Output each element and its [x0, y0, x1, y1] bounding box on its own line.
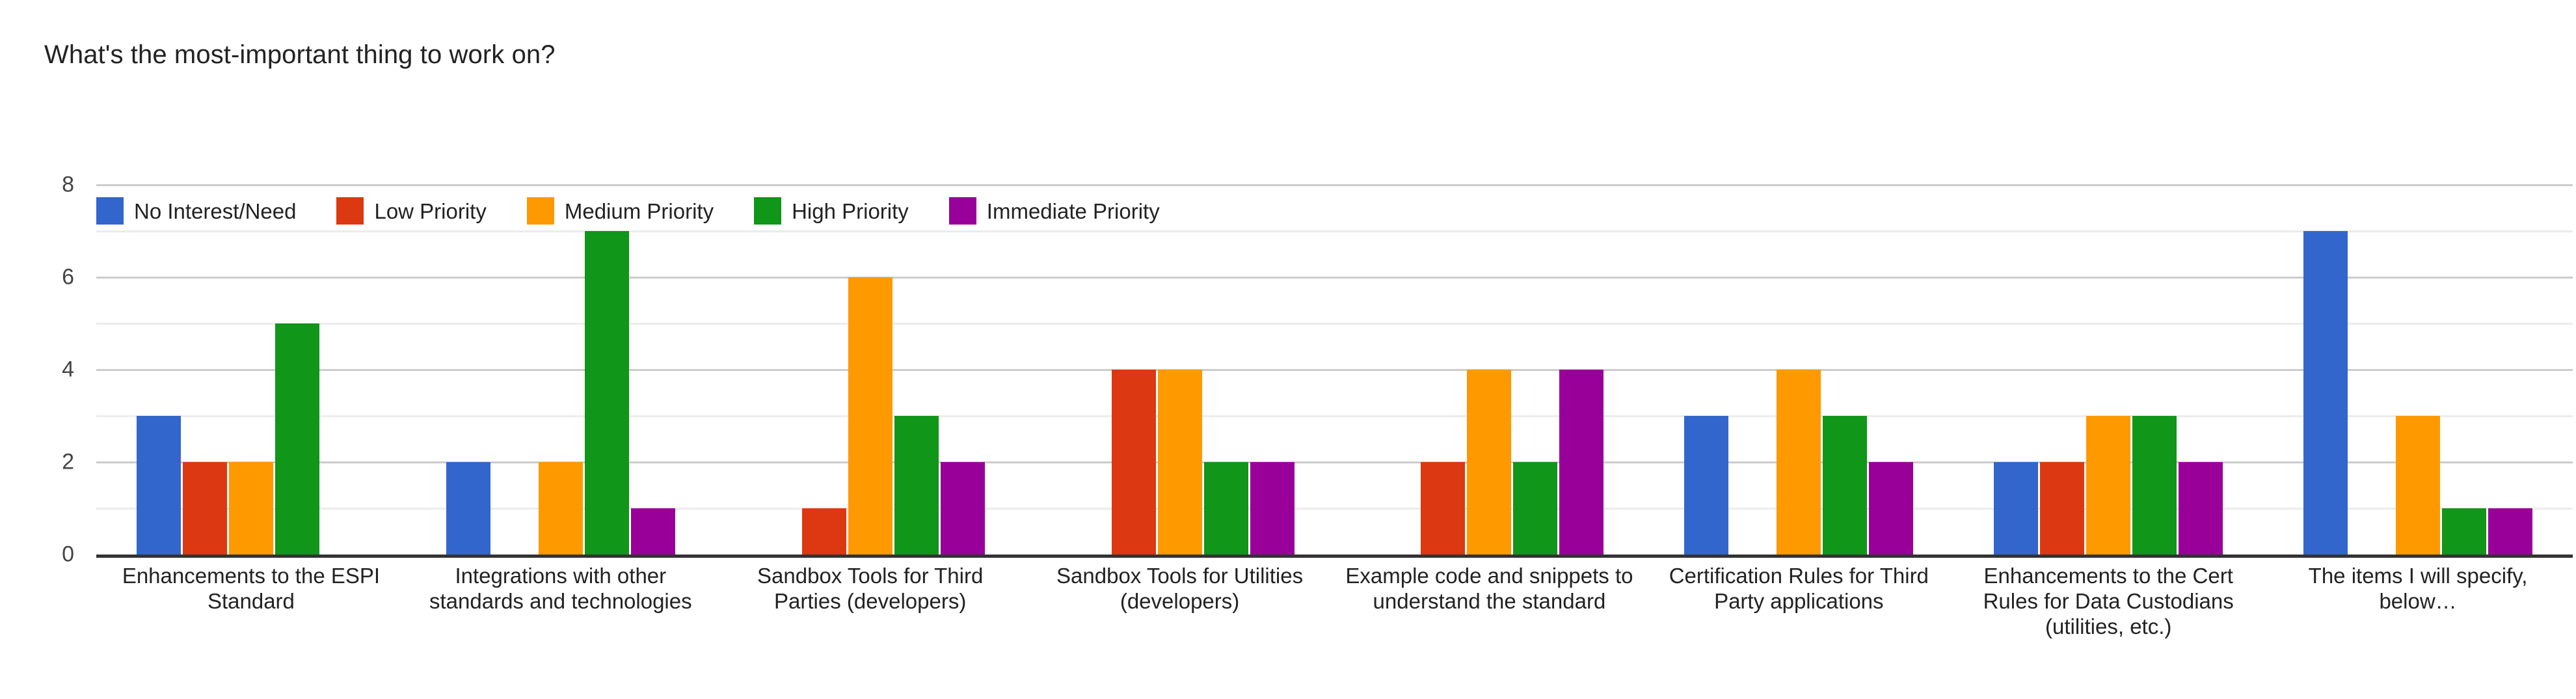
y-axis-tick-label: 6	[62, 264, 74, 290]
legend-item[interactable]: Medium Priority	[526, 197, 714, 225]
bar[interactable]	[446, 462, 490, 555]
bar[interactable]	[2488, 508, 2533, 555]
legend-item-label: No Interest/Need	[134, 199, 297, 223]
bar[interactable]	[1684, 416, 1729, 555]
bar[interactable]	[1467, 370, 1512, 555]
bar-group	[1335, 185, 1644, 555]
bar[interactable]	[2396, 416, 2441, 555]
legend-item-label: Medium Priority	[564, 199, 714, 223]
bar-group-bars	[406, 185, 716, 555]
bar[interactable]	[1421, 462, 1466, 555]
bar-group	[406, 185, 716, 555]
bar[interactable]	[1111, 370, 1156, 555]
y-axis-tick-label: 2	[62, 449, 74, 474]
x-axis-category-label: Example code and snippets to understand …	[1345, 564, 1633, 613]
x-axis-category-label: Enhancements to the Cert Rules for Data …	[1983, 564, 2234, 638]
y-axis-tick-label: 0	[62, 541, 74, 567]
bar[interactable]	[1869, 462, 1914, 555]
bar-group-bars	[96, 185, 406, 555]
bar[interactable]	[894, 416, 939, 555]
x-axis-category-label: Sandbox Tools for Third Parties (develop…	[757, 564, 984, 613]
bar[interactable]	[2040, 462, 2085, 555]
bar-group-bars	[1644, 185, 1953, 555]
legend-item-label: Low Priority	[374, 199, 487, 223]
x-axis-category-labels: Enhancements to the ESPI Standard Integra…	[96, 564, 2573, 640]
bar[interactable]	[2179, 462, 2223, 555]
bar[interactable]	[2442, 508, 2487, 555]
bar-group	[1644, 185, 1953, 555]
bar[interactable]	[2132, 416, 2177, 555]
bar[interactable]	[1777, 370, 1821, 555]
bar[interactable]	[1250, 462, 1295, 555]
bar-group-bars	[1335, 185, 1644, 555]
bar[interactable]	[538, 462, 583, 555]
x-axis-category-label: Certification Rules for Third Party appl…	[1669, 564, 1929, 613]
bar[interactable]	[228, 462, 273, 555]
legend-swatch-icon	[96, 197, 124, 225]
bar-group	[716, 185, 1025, 555]
bar-group-bars	[1025, 185, 1335, 555]
legend-item-label: High Priority	[792, 199, 909, 223]
chart-legend: No Interest/Need Low Priority Medium Prior…	[96, 195, 1200, 226]
bar-group-bars	[2263, 185, 2573, 555]
bar[interactable]	[136, 416, 181, 555]
legend-item[interactable]: Low Priority	[336, 197, 487, 225]
bar-chart: What's the most-important thing to work …	[0, 0, 2576, 699]
legend-item[interactable]: Immediate Priority	[948, 197, 1160, 225]
bar[interactable]	[275, 323, 319, 555]
bar[interactable]	[2303, 231, 2348, 555]
y-axis-tick-label: 8	[62, 172, 74, 197]
legend-swatch-icon	[754, 197, 782, 225]
y-axis-tick-label: 4	[62, 357, 74, 382]
bar[interactable]	[1823, 416, 1868, 555]
bar[interactable]	[940, 462, 985, 555]
bar[interactable]	[1513, 462, 1558, 555]
bar-group	[1953, 185, 2263, 555]
chart-title: What's the most-important thing to work …	[44, 40, 556, 69]
bar[interactable]	[630, 508, 675, 555]
legend-item-label: Immediate Priority	[986, 199, 1160, 223]
bar-groups	[96, 185, 2573, 555]
bar-group	[1025, 185, 1335, 555]
bar-group	[96, 185, 406, 555]
bar[interactable]	[848, 277, 892, 555]
bar-group-bars	[716, 185, 1025, 555]
bar[interactable]	[2086, 416, 2131, 555]
x-axis-category-label: Sandbox Tools for Utilities (developers)	[1056, 564, 1304, 613]
legend-item[interactable]: No Interest/Need	[96, 197, 296, 225]
x-axis-line	[96, 555, 2573, 558]
bar[interactable]	[1994, 462, 2039, 555]
bar[interactable]	[801, 508, 846, 555]
y-axis-tick-labels: 0 2 4 6 8	[0, 172, 86, 567]
x-axis-category-label: Enhancements to the ESPI Standard	[122, 564, 381, 613]
x-axis-category-label: Integrations with other standards and te…	[429, 564, 692, 613]
legend-swatch-icon	[526, 197, 554, 225]
bar[interactable]	[584, 231, 629, 555]
legend-item[interactable]: High Priority	[754, 197, 909, 225]
bar-group	[2263, 185, 2573, 555]
bar-group-bars	[1953, 185, 2263, 555]
legend-swatch-icon	[948, 197, 976, 225]
legend-swatch-icon	[336, 197, 364, 225]
bar[interactable]	[1157, 370, 1202, 555]
x-axis-category-label: The items I will specify, below…	[2308, 564, 2528, 613]
bar[interactable]	[1203, 462, 1248, 555]
bar[interactable]	[1559, 370, 1604, 555]
bar[interactable]	[182, 462, 227, 555]
